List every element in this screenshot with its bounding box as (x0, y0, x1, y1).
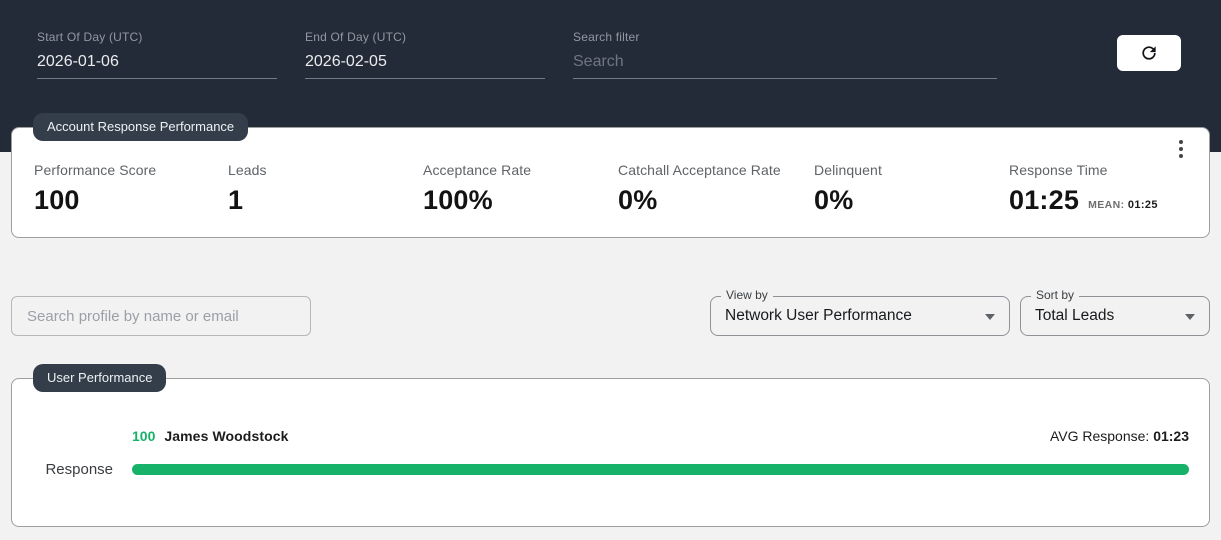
sort-by-label: Sort by (1031, 288, 1080, 302)
metric-response-time: Response Time 01:25 MEAN: 01:25 (1009, 162, 1187, 216)
response-time-mean: MEAN: 01:25 (1088, 198, 1158, 211)
search-filter-input[interactable] (573, 51, 997, 79)
end-of-day-field: End Of Day (UTC) (305, 30, 545, 79)
metric-label: Catchall Acceptance Rate (618, 162, 781, 178)
sort-by-value: Total Leads (1035, 307, 1115, 324)
sort-by-select[interactable]: Sort by Total Leads (1020, 288, 1210, 336)
response-time-value: 01:25 (1009, 185, 1080, 215)
metric-label: Acceptance Rate (423, 162, 532, 178)
end-of-day-input[interactable] (305, 51, 545, 79)
metric-acceptance-rate: Acceptance Rate 100% (423, 162, 618, 216)
profile-search-input[interactable] (11, 296, 311, 336)
refresh-icon (1139, 43, 1159, 63)
kebab-menu-icon[interactable] (1170, 136, 1192, 162)
metric-label: Response Time (1009, 162, 1108, 178)
metrics-grid: Performance Score 100 Leads 1 Acceptance… (12, 128, 1209, 216)
view-by-label: View by (721, 288, 773, 302)
metric-value: 100% (423, 185, 493, 215)
metric-value: 0% (814, 185, 854, 215)
search-filter-label: Search filter (573, 30, 640, 44)
metric-label: Delinquent (814, 162, 882, 178)
response-bar-fill (132, 464, 1189, 475)
user-card-title-chip: User Performance (33, 364, 167, 392)
chevron-down-icon (1185, 314, 1195, 320)
chevron-down-icon (985, 314, 995, 320)
metric-label: Performance Score (34, 162, 157, 178)
filter-row: View by Network User Performance Sort by… (11, 288, 1210, 336)
account-card-title-chip: Account Response Performance (33, 113, 249, 141)
metric-catchall-acceptance-rate: Catchall Acceptance Rate 0% (618, 162, 814, 216)
user-performance-row[interactable]: 100 James Woodstock AVG Response: 01:23 … (12, 379, 1209, 478)
metric-performance-score: Performance Score 100 (34, 162, 228, 216)
end-of-day-label: End Of Day (UTC) (305, 30, 407, 44)
user-name: James Woodstock (164, 428, 289, 444)
metric-value: 1 (228, 185, 244, 215)
view-by-value: Network User Performance (725, 307, 912, 324)
start-of-day-input[interactable] (37, 51, 277, 79)
metric-value: 01:25 MEAN: 01:25 (1009, 185, 1187, 216)
user-performance-card: User Performance 100 James Woodstock AVG… (11, 364, 1210, 527)
metric-value: 100 (34, 185, 80, 215)
view-by-select[interactable]: View by Network User Performance (710, 288, 1010, 336)
start-of-day-field: Start Of Day (UTC) (37, 30, 277, 79)
metric-leads: Leads 1 (228, 162, 423, 216)
response-bar-track (132, 464, 1189, 475)
start-of-day-label: Start Of Day (UTC) (37, 30, 143, 44)
search-filter-field: Search filter (573, 30, 997, 79)
account-response-performance-card: Account Response Performance Performance… (11, 113, 1210, 238)
response-bar-label: Response (45, 461, 113, 478)
metric-value: 0% (618, 185, 658, 215)
refresh-button[interactable] (1117, 35, 1181, 71)
metric-delinquent: Delinquent 0% (814, 162, 1009, 216)
metric-label: Leads (228, 162, 267, 178)
user-score: 100 (132, 428, 156, 444)
avg-response: AVG Response: 01:23 (1049, 428, 1189, 444)
